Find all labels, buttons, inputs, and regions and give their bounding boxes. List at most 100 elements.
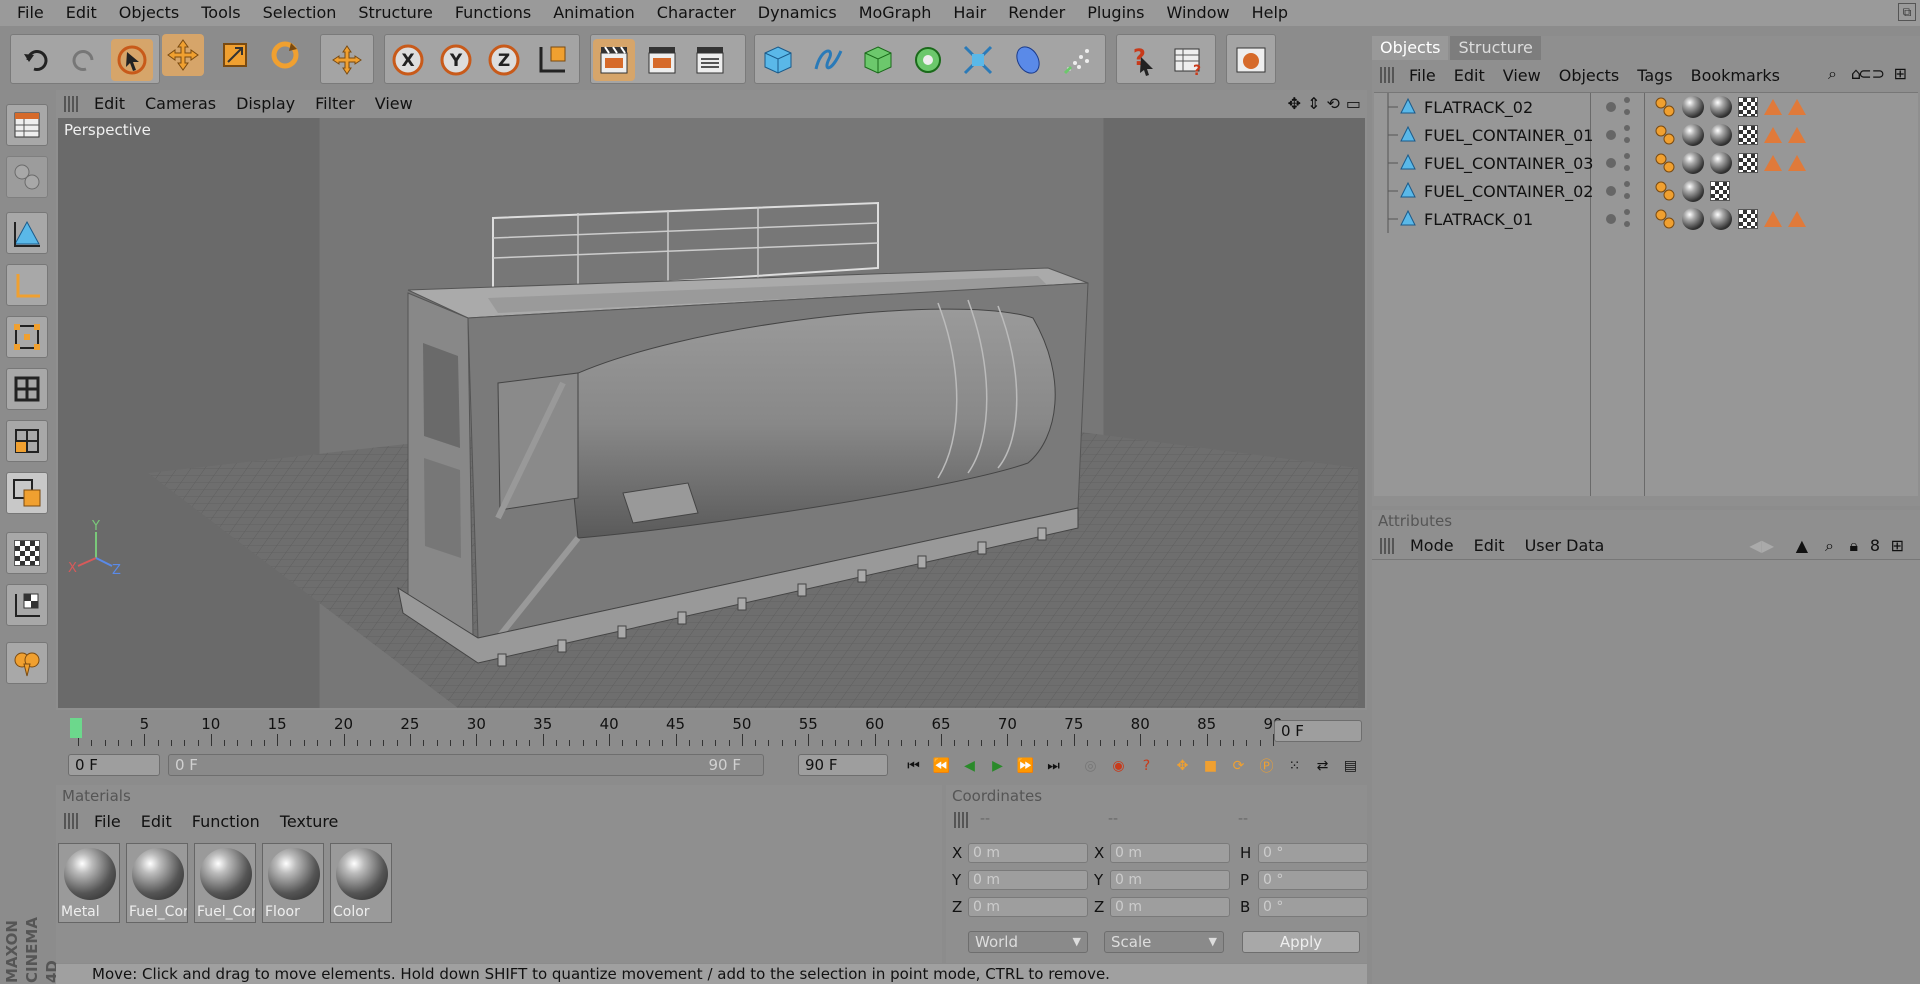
- object-row[interactable]: FUEL_CONTAINER_03: [1374, 149, 1918, 177]
- size-mode-select[interactable]: Scale ▼: [1104, 931, 1224, 953]
- materials-menu-file[interactable]: File: [84, 812, 131, 831]
- menu-objects[interactable]: Objects: [108, 0, 190, 26]
- warning-tag-icon[interactable]: [1764, 99, 1782, 115]
- spline-icon[interactable]: [807, 39, 849, 81]
- interpolation-icon[interactable]: ⇄: [1310, 753, 1335, 779]
- visibility-render-dot-icon[interactable]: [1624, 221, 1630, 227]
- menu-edit[interactable]: Edit: [55, 0, 108, 26]
- attributes-menu-user-data[interactable]: User Data: [1515, 536, 1615, 555]
- object-row[interactable]: FLATRACK_02: [1374, 93, 1918, 121]
- material-swatch[interactable]: Color: [330, 843, 392, 923]
- position-z-field[interactable]: 0 m: [968, 897, 1088, 917]
- sculpt-icon[interactable]: [6, 642, 48, 684]
- x-axis-lock-icon[interactable]: X: [387, 39, 429, 81]
- key-parameter-icon[interactable]: Ⓟ: [1254, 753, 1279, 779]
- key-position-icon[interactable]: ✥: [1170, 753, 1195, 779]
- menu-file[interactable]: File: [6, 0, 55, 26]
- pan-icon[interactable]: ✥: [1288, 94, 1301, 113]
- play-forwards-icon[interactable]: ▶: [985, 753, 1010, 779]
- visibility-render-dot-icon[interactable]: [1624, 137, 1630, 143]
- redo-icon[interactable]: [63, 39, 105, 81]
- rotation-b-field[interactable]: 0 °: [1258, 897, 1368, 917]
- back-icon[interactable]: ◀▶: [1739, 536, 1784, 555]
- menu-plugins[interactable]: Plugins: [1076, 0, 1155, 26]
- position-y-field[interactable]: 0 m: [968, 870, 1088, 890]
- visibility-editor-icon[interactable]: [1606, 130, 1616, 140]
- tab-structure[interactable]: Structure: [1450, 36, 1541, 60]
- material-tag-icon[interactable]: [1682, 208, 1704, 230]
- polygons-mode-icon[interactable]: [6, 420, 48, 462]
- cube-icon[interactable]: [757, 39, 799, 81]
- panel-grip-icon[interactable]: [64, 95, 78, 112]
- render-settings-icon[interactable]: [689, 39, 731, 81]
- orbit-icon[interactable]: ⟲: [1326, 94, 1339, 113]
- visibility-render-dot-icon[interactable]: [1624, 193, 1630, 199]
- play-backwards-icon[interactable]: ◀: [957, 753, 982, 779]
- y-axis-lock-icon[interactable]: Y: [435, 39, 477, 81]
- attributes-menu-mode[interactable]: Mode: [1400, 536, 1464, 555]
- menu-hair[interactable]: Hair: [942, 0, 997, 26]
- coordinate-system-icon[interactable]: [531, 39, 573, 81]
- visibility-editor-dot-icon[interactable]: [1624, 181, 1630, 187]
- material-tag-icon[interactable]: [1710, 96, 1732, 118]
- phong-tag-icon[interactable]: [1654, 208, 1676, 230]
- help-cursor-icon[interactable]: ?: [1119, 39, 1161, 81]
- visibility-editor-icon[interactable]: [1606, 186, 1616, 196]
- warning-tag-icon[interactable]: [1788, 211, 1806, 227]
- viewport-menu-filter[interactable]: Filter: [305, 94, 365, 113]
- keyframe-selection-icon[interactable]: ?: [1134, 753, 1159, 779]
- key-scale-icon[interactable]: ■: [1198, 753, 1223, 779]
- environment-icon[interactable]: [1007, 39, 1049, 81]
- go-to-start-icon[interactable]: ⏮: [901, 753, 926, 779]
- visibility-editor-dot-icon[interactable]: [1624, 125, 1630, 131]
- objects-menu-view[interactable]: View: [1494, 66, 1550, 85]
- particles-icon[interactable]: [1057, 39, 1099, 81]
- layout-icon[interactable]: [6, 104, 48, 146]
- rotation-h-field[interactable]: 0 °: [1258, 843, 1368, 863]
- uvw-tag-icon[interactable]: [1738, 125, 1758, 145]
- viewport-menu-display[interactable]: Display: [226, 94, 305, 113]
- visibility-editor-dot-icon[interactable]: [1624, 153, 1630, 159]
- phong-tag-icon[interactable]: [1654, 124, 1676, 146]
- move-tool-icon[interactable]: [162, 34, 204, 76]
- timeline-settings-icon[interactable]: ▤: [1338, 753, 1363, 779]
- material-swatch[interactable]: Fuel_Cor: [126, 843, 188, 923]
- panel-grip-icon[interactable]: [1380, 537, 1394, 554]
- menu-tools[interactable]: Tools: [190, 0, 251, 26]
- coordinate-mode-select[interactable]: World ▼: [968, 931, 1088, 953]
- warning-tag-icon[interactable]: [1788, 155, 1806, 171]
- apply-button[interactable]: Apply: [1242, 931, 1360, 953]
- uvw-tag-icon[interactable]: [1738, 153, 1758, 173]
- objects-menu-edit[interactable]: Edit: [1445, 66, 1494, 85]
- menu-window[interactable]: Window: [1156, 0, 1241, 26]
- warning-tag-icon[interactable]: [1788, 127, 1806, 143]
- visibility-editor-icon[interactable]: [1606, 214, 1616, 224]
- warning-tag-icon[interactable]: [1764, 155, 1782, 171]
- playhead[interactable]: [70, 718, 82, 738]
- visibility-editor-icon[interactable]: [1606, 102, 1616, 112]
- undo-icon[interactable]: [15, 39, 57, 81]
- material-tag-icon[interactable]: [1682, 96, 1704, 118]
- material-tag-icon[interactable]: [1682, 124, 1704, 146]
- model-mode-icon[interactable]: [6, 212, 48, 254]
- key-rotation-icon[interactable]: ⟳: [1226, 753, 1251, 779]
- script-manager-icon[interactable]: ?: [1167, 39, 1209, 81]
- nurbs-icon[interactable]: [857, 39, 899, 81]
- next-key-icon[interactable]: ⏩: [1013, 753, 1038, 779]
- make-editable-icon[interactable]: [6, 156, 48, 198]
- mograph-cloner-icon[interactable]: [907, 39, 949, 81]
- move-axis-icon[interactable]: [326, 39, 368, 81]
- render-picture-viewer-icon[interactable]: [641, 39, 683, 81]
- objects-menu-objects[interactable]: Objects: [1550, 66, 1628, 85]
- menu-mograph[interactable]: MoGraph: [848, 0, 943, 26]
- autokey-icon[interactable]: ◉: [1106, 753, 1131, 779]
- phong-tag-icon[interactable]: [1654, 180, 1676, 202]
- uvw-tag-icon[interactable]: [1738, 97, 1758, 117]
- select-live-icon[interactable]: [111, 39, 153, 81]
- attributes-menu-edit[interactable]: Edit: [1464, 536, 1515, 555]
- visibility-editor-dot-icon[interactable]: [1624, 97, 1630, 103]
- material-tag-icon[interactable]: [1710, 208, 1732, 230]
- material-swatch[interactable]: Metal: [58, 843, 120, 923]
- visibility-render-dot-icon[interactable]: [1624, 165, 1630, 171]
- menu-structure[interactable]: Structure: [347, 0, 443, 26]
